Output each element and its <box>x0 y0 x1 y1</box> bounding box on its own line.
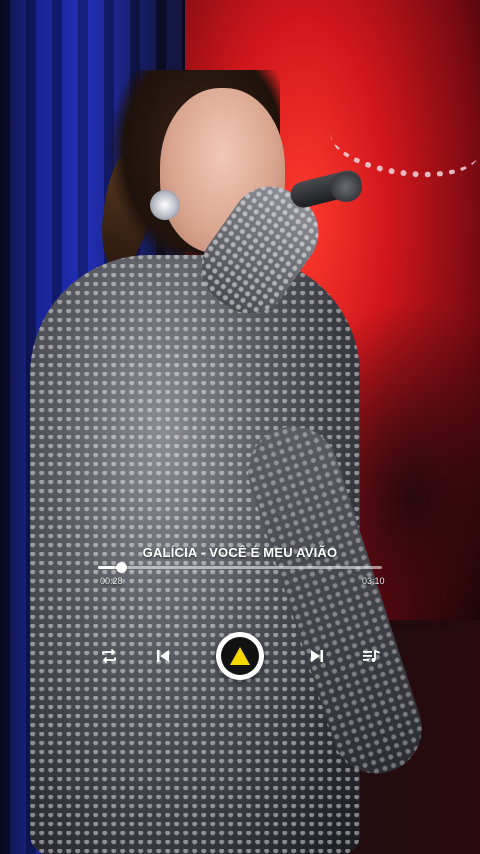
microphone-head <box>330 172 362 202</box>
total-duration: 03:10 <box>362 576 385 586</box>
skip-next-icon[interactable] <box>303 642 331 670</box>
singer-earring <box>150 190 180 220</box>
skip-previous-icon[interactable] <box>149 642 177 670</box>
track-title: GALÍCIA - VOCÊ É MEU AVIÃO <box>142 545 338 560</box>
elapsed-time: 00:28 <box>100 576 123 586</box>
play-icon <box>230 647 250 665</box>
repeat-icon[interactable] <box>95 642 123 670</box>
progress-bar[interactable] <box>98 562 382 573</box>
background-video-frame <box>0 0 480 854</box>
play-button[interactable] <box>216 632 264 680</box>
player-controls <box>0 632 480 680</box>
progress-knob[interactable] <box>115 562 127 573</box>
queue-music-icon[interactable] <box>357 642 385 670</box>
